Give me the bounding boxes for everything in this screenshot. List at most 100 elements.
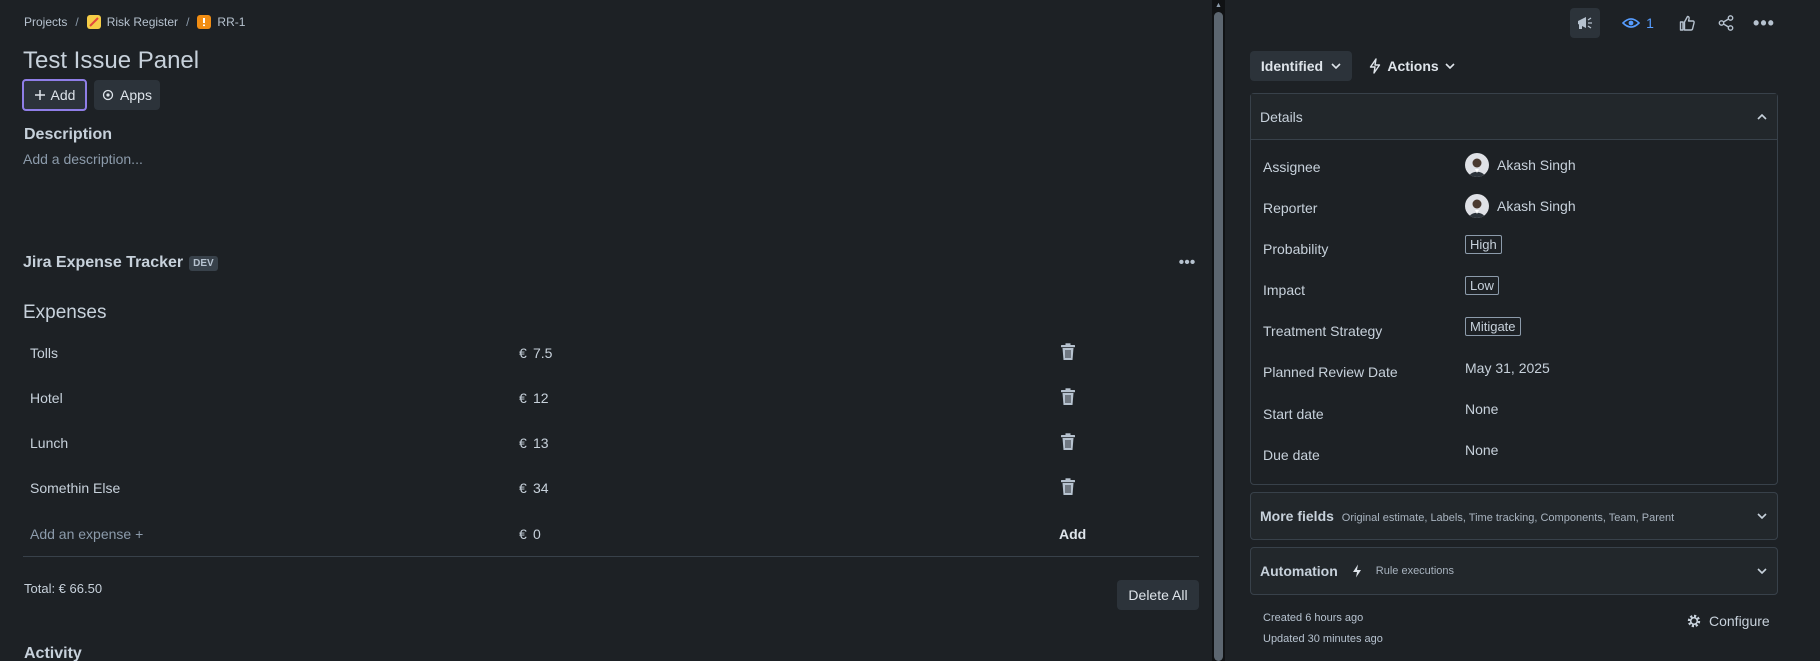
issue-title[interactable]: Test Issue Panel <box>23 47 199 75</box>
breadcrumb-project[interactable]: Risk Register <box>107 15 178 29</box>
more-actions-button[interactable]: ••• <box>1749 8 1779 38</box>
treatment-strategy-value: Mitigate <box>1465 317 1521 336</box>
divider <box>23 556 1199 557</box>
currency-symbol: € <box>519 435 527 451</box>
probability-field[interactable]: High <box>1465 235 1502 254</box>
chevron-down-icon <box>1331 63 1341 69</box>
chevron-down-icon <box>1757 568 1767 574</box>
trash-icon[interactable] <box>1060 478 1076 496</box>
more-fields-heading: More fields <box>1260 508 1334 524</box>
expense-total: Total: € 66.50 <box>24 581 103 596</box>
plus-icon <box>34 89 46 101</box>
automation-header: Automation Rule executions <box>1260 563 1454 579</box>
reporter-name: Akash Singh <box>1497 198 1576 214</box>
feedback-button[interactable] <box>1570 8 1600 38</box>
dev-badge: DEV <box>189 255 218 271</box>
field-label-treatment-strategy: Treatment Strategy <box>1263 323 1383 339</box>
actions-label: Actions <box>1387 58 1439 74</box>
expense-name: Tolls <box>30 345 59 361</box>
expense-name: Lunch <box>30 435 69 451</box>
due-date-field[interactable]: None <box>1465 442 1498 458</box>
status-label: Identified <box>1260 58 1324 74</box>
watch-button[interactable]: 1 <box>1620 8 1656 38</box>
risk-issue-type-icon <box>197 15 212 29</box>
lightning-icon <box>1369 58 1381 74</box>
treatment-strategy-field[interactable]: Mitigate <box>1465 317 1521 336</box>
thumbs-up-icon <box>1679 15 1695 31</box>
trash-icon[interactable] <box>1060 388 1076 406</box>
configure-label: Configure <box>1709 613 1770 629</box>
new-expense-row: Add an expense + € 0 Add <box>30 526 1200 546</box>
apps-button-label: Apps <box>120 87 152 103</box>
breadcrumb-separator: / <box>186 15 190 29</box>
eye-icon <box>1622 17 1641 29</box>
currency-symbol: € <box>519 390 527 406</box>
more-fields-header: More fields Original estimate, Labels, T… <box>1260 508 1674 524</box>
chevron-down-icon <box>1757 513 1767 519</box>
field-label-planned-review-date: Planned Review Date <box>1263 364 1398 380</box>
probability-value: High <box>1465 235 1502 254</box>
add-expense-button[interactable]: Add <box>1059 526 1086 542</box>
automation-heading: Automation <box>1260 563 1338 579</box>
expense-row: Tolls € 7.5 <box>30 343 1200 365</box>
currency-symbol: € <box>519 526 527 542</box>
more-fields-summary: Original estimate, Labels, Time tracking… <box>1341 512 1675 524</box>
breadcrumb-separator: / <box>75 15 79 29</box>
expense-row: Lunch € 13 <box>30 433 1200 455</box>
description-placeholder[interactable]: Add a description... <box>23 151 143 167</box>
description-heading: Description <box>24 126 113 143</box>
details-heading: Details <box>1260 108 1303 125</box>
app-panel-name: Jira Expense Tracker <box>23 254 184 271</box>
add-button[interactable]: Add <box>22 79 87 111</box>
chevron-down-icon <box>1445 63 1455 69</box>
share-button[interactable] <box>1711 8 1741 38</box>
automation-panel[interactable]: Automation Rule executions <box>1250 547 1778 595</box>
currency-symbol: € <box>519 345 527 361</box>
impact-value: Low <box>1465 276 1499 295</box>
new-expense-name-input[interactable]: Add an expense + <box>30 526 143 542</box>
status-dropdown[interactable]: Identified <box>1250 51 1352 81</box>
details-panel-header[interactable]: Details <box>1251 94 1777 140</box>
gear-icon <box>1686 613 1702 629</box>
app-panel-more-button[interactable]: ••• <box>1175 253 1199 273</box>
scroll-up-arrow[interactable]: ▲ <box>1212 0 1225 10</box>
avatar <box>1465 153 1489 177</box>
breadcrumb-issue-key[interactable]: RR-1 <box>217 15 245 29</box>
impact-field[interactable]: Low <box>1465 276 1499 295</box>
lightning-icon <box>1352 564 1362 578</box>
field-label-impact: Impact <box>1263 282 1306 298</box>
configure-button[interactable]: Configure <box>1686 613 1770 629</box>
field-label-assignee: Assignee <box>1263 159 1321 175</box>
megaphone-icon <box>1576 15 1594 31</box>
new-expense-amount-input[interactable]: 0 <box>533 526 541 542</box>
more-fields-panel[interactable]: More fields Original estimate, Labels, T… <box>1250 492 1778 540</box>
expense-row: Somethin Else € 34 <box>30 478 1200 500</box>
planned-review-date-field[interactable]: May 31, 2025 <box>1465 360 1550 376</box>
add-button-label: Add <box>50 87 76 103</box>
field-label-probability: Probability <box>1263 241 1329 257</box>
expense-amount: 7.5 <box>533 345 553 361</box>
breadcrumb: Projects / Risk Register / RR-1 <box>24 15 245 29</box>
project-icon <box>86 15 101 29</box>
apps-icon <box>102 89 114 101</box>
scrollbar-thumb[interactable] <box>1214 12 1223 661</box>
currency-symbol: € <box>519 480 527 496</box>
expense-amount: 13 <box>533 435 549 451</box>
expense-amount: 34 <box>533 480 549 496</box>
apps-button[interactable]: Apps <box>94 80 160 110</box>
breadcrumb-projects[interactable]: Projects <box>24 15 67 29</box>
reporter-field[interactable]: Akash Singh <box>1465 194 1576 218</box>
trash-icon[interactable] <box>1060 343 1076 361</box>
actions-dropdown[interactable]: Actions <box>1362 51 1462 81</box>
expense-amount: 12 <box>533 390 549 406</box>
delete-all-button[interactable]: Delete All <box>1117 580 1199 610</box>
automation-summary: Rule executions <box>1375 565 1455 577</box>
expense-name: Hotel <box>30 390 63 406</box>
trash-icon[interactable] <box>1060 433 1076 451</box>
expense-name: Somethin Else <box>30 480 121 496</box>
app-panel-title: Jira Expense Tracker DEV <box>23 254 218 272</box>
start-date-field[interactable]: None <box>1465 401 1498 417</box>
assignee-name: Akash Singh <box>1497 157 1576 173</box>
assignee-field[interactable]: Akash Singh <box>1465 153 1576 177</box>
vote-button[interactable] <box>1672 8 1702 38</box>
